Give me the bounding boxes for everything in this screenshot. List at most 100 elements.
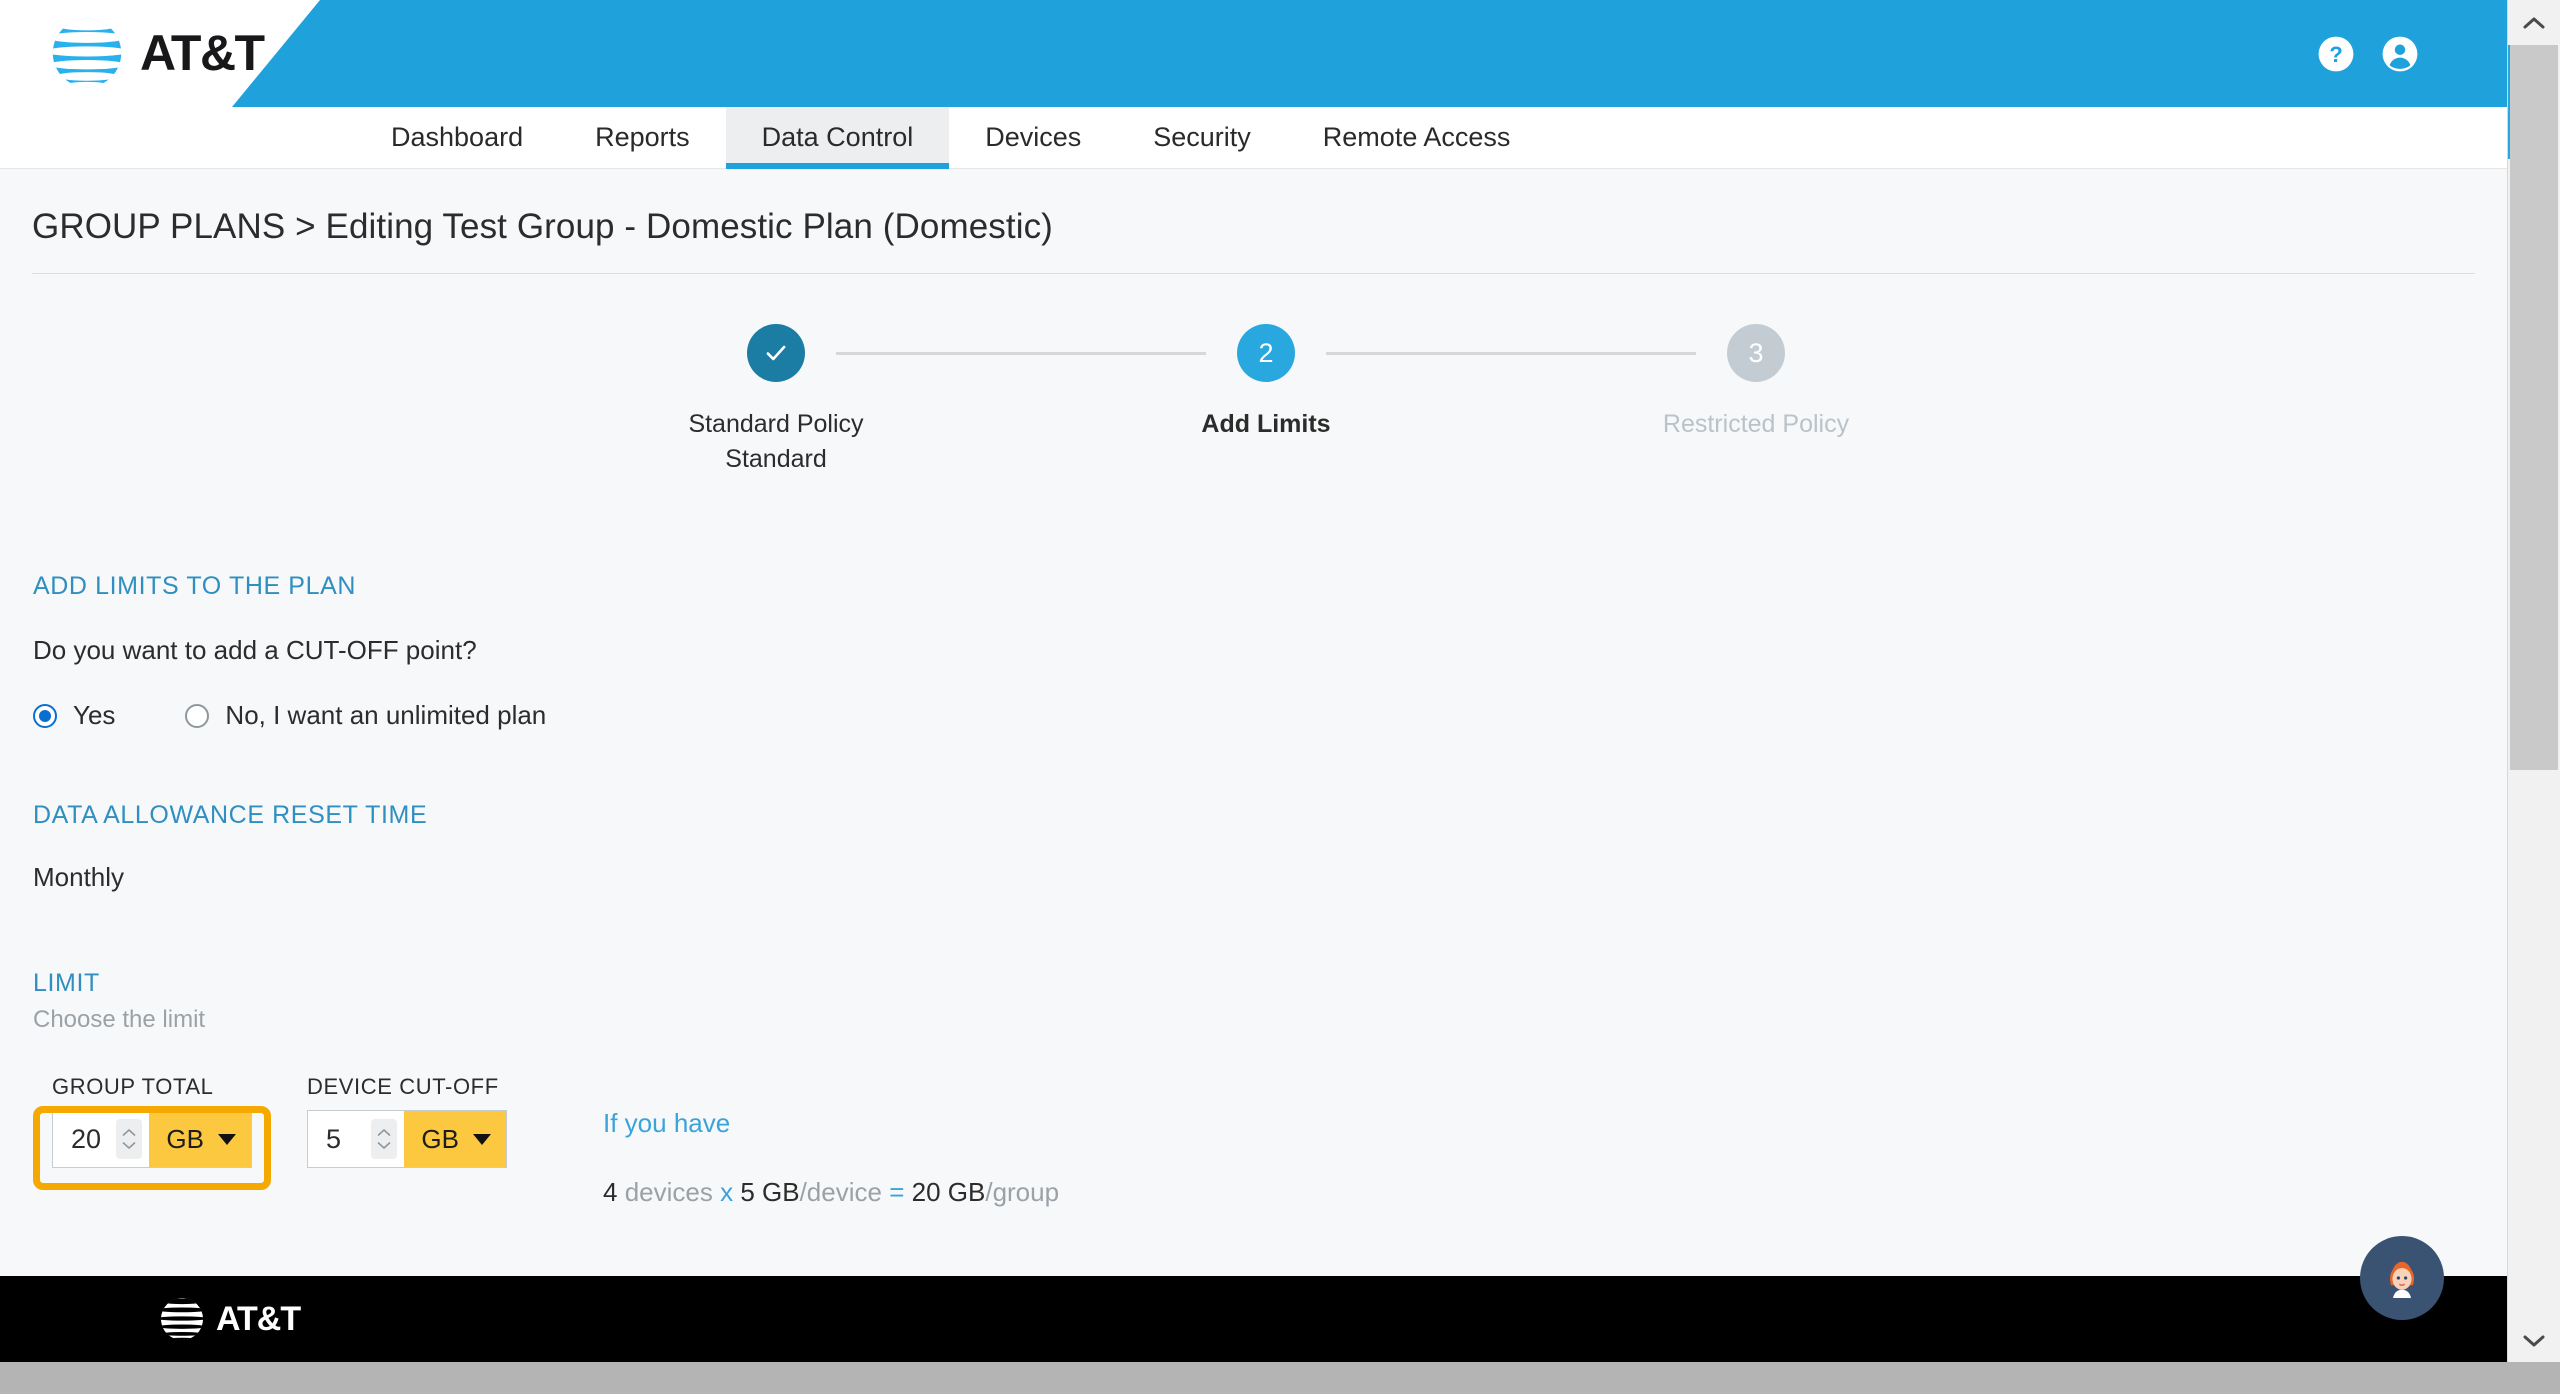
nav-label: Devices xyxy=(985,122,1082,152)
att-brand-logo[interactable]: AT&T xyxy=(48,14,265,92)
add-limits-heading: ADD LIMITS TO THE PLAN xyxy=(33,572,357,600)
reset-time-value: Monthly xyxy=(33,862,125,892)
calc-devices-word: devices xyxy=(624,1177,713,1207)
chevron-down-icon xyxy=(218,1133,236,1145)
chat-assistant-avatar-icon xyxy=(2389,1261,2415,1298)
calc-times: x xyxy=(720,1177,734,1207)
header-actions: ? xyxy=(2317,35,2419,73)
reset-time-heading: DATA ALLOWANCE RESET TIME xyxy=(33,801,428,829)
limit-fields-row: GROUP TOTAL 20 GB DEVICE CUT-OFF 5 GB If… xyxy=(33,1074,2475,1208)
step-connector-1 xyxy=(836,352,1206,355)
account-circle-icon[interactable] xyxy=(2381,35,2419,73)
scrollbar-thumb[interactable] xyxy=(2510,45,2558,770)
radio-unlimited-input[interactable] xyxy=(185,703,210,728)
footer-brand-logo: AT&T xyxy=(158,1295,301,1343)
nav-item-dashboard[interactable]: Dashboard xyxy=(355,107,559,168)
nav-item-security[interactable]: Security xyxy=(1117,107,1287,168)
calc-per-device-amount: 5 GB xyxy=(740,1177,800,1207)
app-footer: AT&T xyxy=(0,1276,2507,1362)
calculation-formula: 4 devices x 5 GB/device = 20 GB/group xyxy=(603,1177,1059,1208)
radio-option-yes[interactable]: Yes xyxy=(33,700,115,731)
nav-label: Dashboard xyxy=(391,122,524,152)
att-wordmark: AT&T xyxy=(140,25,265,81)
calc-equals: = xyxy=(889,1177,905,1207)
chevron-up-icon xyxy=(2523,17,2545,28)
vertical-scrollbar[interactable] xyxy=(2507,0,2560,1362)
att-globe-icon xyxy=(52,18,122,88)
step-restricted-policy[interactable]: 3 Restricted Policy xyxy=(1663,324,1849,442)
step-indicator-3[interactable]: 3 xyxy=(1727,324,1785,382)
step-label-1: Standard Policy Standard xyxy=(661,407,891,476)
calc-group-word: /group xyxy=(985,1177,1060,1207)
calc-device-count: 4 xyxy=(603,1177,618,1207)
group-total-unit: GB xyxy=(166,1123,204,1154)
device-cutoff-stepper[interactable] xyxy=(371,1119,398,1159)
scroll-up-button[interactable] xyxy=(2508,0,2560,44)
page-title: GROUP PLANS > Editing Test Group - Domes… xyxy=(32,207,1053,246)
step-standard-policy[interactable]: Standard Policy Standard xyxy=(688,324,864,476)
title-divider xyxy=(32,273,2475,274)
step-indicator-1[interactable] xyxy=(747,324,805,382)
step-add-limits[interactable]: 2 Add Limits xyxy=(1201,324,1331,442)
device-cutoff-field: DEVICE CUT-OFF 5 GB xyxy=(307,1074,507,1168)
radio-yes-input[interactable] xyxy=(33,703,57,728)
step-label-1-line1: Standard Policy xyxy=(688,410,864,438)
footer-att-wordmark: AT&T xyxy=(216,1300,301,1338)
nav-item-remote-access[interactable]: Remote Access xyxy=(1287,107,1547,168)
chevron-up-icon[interactable] xyxy=(377,1128,391,1137)
chevron-down-icon xyxy=(2523,1335,2545,1346)
nav-label: Security xyxy=(1153,122,1251,152)
page-content: GROUP PLANS > Editing Test Group - Domes… xyxy=(0,169,2507,1208)
nav-item-data-control[interactable]: Data Control xyxy=(725,107,950,169)
chevron-down-icon[interactable] xyxy=(377,1141,391,1150)
chevron-down-icon[interactable] xyxy=(122,1141,136,1150)
cutoff-question: Do you want to add a CUT-OFF point? xyxy=(33,635,477,665)
radio-unlimited-label: No, I want an unlimited plan xyxy=(225,700,547,730)
calc-total-amount: 20 GB xyxy=(911,1177,986,1207)
device-cutoff-number-wrap[interactable]: 5 xyxy=(308,1111,405,1167)
group-total-stepper[interactable] xyxy=(116,1119,143,1159)
device-cutoff-input-group[interactable]: 5 GB xyxy=(307,1110,507,1168)
group-total-unit-dropdown[interactable]: GB xyxy=(149,1111,251,1167)
group-total-input-group[interactable]: 20 GB xyxy=(52,1110,252,1168)
screenshot-frame: AT&T ? Dashboard Reports Data Control De… xyxy=(0,0,2560,1394)
chevron-up-icon[interactable] xyxy=(122,1128,136,1137)
scroll-down-button[interactable] xyxy=(2508,1318,2560,1362)
add-limits-form: ADD LIMITS TO THE PLAN Do you want to ad… xyxy=(32,572,2475,1208)
step-connector-2 xyxy=(1326,352,1696,355)
calculation-title: If you have xyxy=(603,1108,731,1138)
nav-label: Remote Access xyxy=(1322,122,1511,152)
help-circle-icon[interactable]: ? xyxy=(2317,35,2355,73)
group-total-field: GROUP TOTAL 20 GB xyxy=(33,1074,271,1190)
att-globe-icon xyxy=(160,1297,204,1341)
app-header: AT&T ? xyxy=(0,0,2507,107)
check-icon xyxy=(766,345,786,361)
nav-item-devices[interactable]: Devices xyxy=(949,107,1117,168)
group-total-number-wrap[interactable]: 20 xyxy=(53,1111,150,1167)
step-label-2: Add Limits xyxy=(1201,410,1331,438)
calculation-block: If you have 4 devices x 5 GB/device = 20… xyxy=(603,1074,1059,1208)
step-indicator-2[interactable]: 2 xyxy=(1237,324,1295,382)
chat-assistant-button[interactable] xyxy=(2360,1236,2444,1320)
browser-viewport: AT&T ? Dashboard Reports Data Control De… xyxy=(0,0,2507,1362)
step-label-1-line2: Standard xyxy=(725,444,827,473)
limit-subtext: Choose the limit xyxy=(33,1006,206,1033)
nav-label: Reports xyxy=(595,122,690,152)
svg-text:?: ? xyxy=(2329,42,2343,67)
cutoff-radio-group: Yes No, I want an unlimited plan xyxy=(33,700,2475,731)
limit-heading: LIMIT xyxy=(33,969,100,997)
device-cutoff-unit: GB xyxy=(421,1123,459,1154)
device-cutoff-label: DEVICE CUT-OFF xyxy=(307,1074,499,1099)
wizard-stepper: Standard Policy Standard 2 Add Limits 3 … xyxy=(688,324,1849,476)
device-cutoff-unit-dropdown[interactable]: GB xyxy=(404,1111,506,1167)
chevron-down-icon xyxy=(473,1133,491,1145)
nav-label: Data Control xyxy=(761,122,914,152)
group-total-value: 20 xyxy=(71,1123,102,1154)
main-navigation: Dashboard Reports Data Control Devices S… xyxy=(0,107,2507,169)
group-total-label: GROUP TOTAL xyxy=(52,1074,214,1099)
device-cutoff-value: 5 xyxy=(326,1123,342,1154)
nav-item-reports[interactable]: Reports xyxy=(559,107,726,168)
calc-per-device-word: /device xyxy=(799,1177,882,1207)
radio-yes-label: Yes xyxy=(73,700,116,730)
radio-option-unlimited[interactable]: No, I want an unlimited plan xyxy=(185,700,546,731)
